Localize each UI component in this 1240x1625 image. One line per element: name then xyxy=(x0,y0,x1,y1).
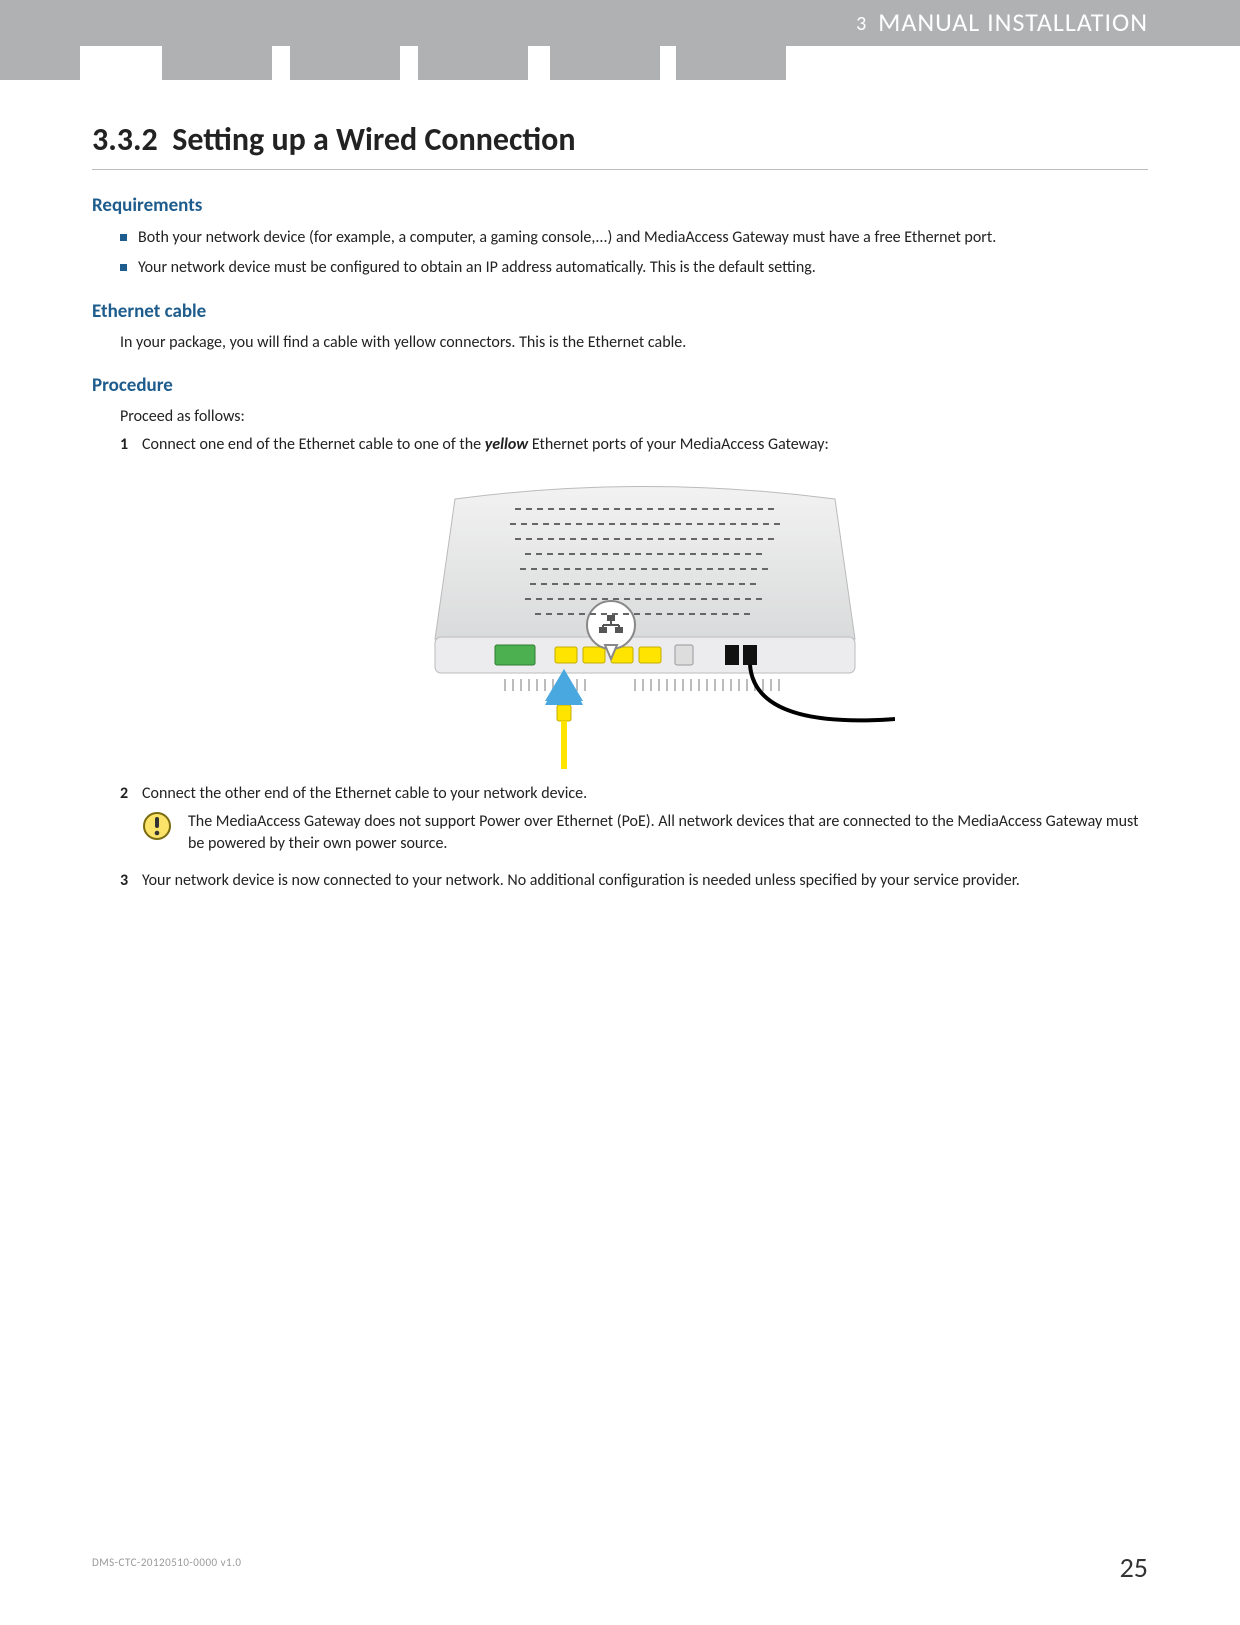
header-bar: 3 MANUAL INSTALLATION xyxy=(0,0,1240,46)
gateway-illustration xyxy=(395,469,895,769)
step-text-c: Ethernet ports of your MediaAccess Gatew… xyxy=(528,435,829,454)
requirement-text: Both your network device (for example, a… xyxy=(138,228,996,247)
ethernet-cable-heading: Ethernet cable xyxy=(92,300,1148,323)
procedure-intro: Proceed as follows: xyxy=(120,407,1148,426)
procedure-step-2: 2 Connect the other end of the Ethernet … xyxy=(120,783,1148,856)
step-number: 2 xyxy=(120,783,128,805)
header-tab xyxy=(162,46,272,80)
gateway-figure xyxy=(142,469,1148,769)
requirement-text: Your network device must be configured t… xyxy=(138,258,816,277)
footer-doc-id: DMS-CTC-20120510-0000 v1.0 xyxy=(92,1556,242,1569)
procedure-step-1: 1 Connect one end of the Ethernet cable … xyxy=(120,434,1148,768)
header-tab xyxy=(290,46,400,80)
note-text: The MediaAccess Gateway does not support… xyxy=(188,811,1148,856)
header-tab xyxy=(676,46,786,80)
section-title: 3.3.2 Setting up a Wired Connection xyxy=(92,120,1148,170)
step-text-a: Connect one end of the Ethernet cable to… xyxy=(142,435,485,454)
header-tab xyxy=(418,46,528,80)
chapter-label: 3 MANUAL INSTALLATION xyxy=(856,6,1148,38)
procedure-list: 1 Connect one end of the Ethernet cable … xyxy=(120,434,1148,892)
step-text: Connect the other end of the Ethernet ca… xyxy=(142,784,587,803)
requirements-heading: Requirements xyxy=(92,194,1148,217)
chapter-number: 3 xyxy=(856,12,867,36)
list-item: Your network device must be configured t… xyxy=(120,257,1148,279)
step-number: 3 xyxy=(120,870,128,892)
list-item: Both your network device (for example, a… xyxy=(120,227,1148,249)
procedure-heading: Procedure xyxy=(92,374,1148,397)
step-number: 1 xyxy=(120,434,128,456)
ethernet-cable-text: In your package, you will find a cable w… xyxy=(120,333,1148,352)
page-number: 25 xyxy=(1120,1550,1148,1585)
page-content: 3.3.2 Setting up a Wired Connection Requ… xyxy=(0,80,1240,892)
procedure-step-3: 3 Your network device is now connected t… xyxy=(120,870,1148,892)
section-number: 3.3.2 xyxy=(92,120,158,159)
step-text: Your network device is now connected to … xyxy=(142,871,1020,890)
header-tab-row xyxy=(0,46,1240,80)
note-block: The MediaAccess Gateway does not support… xyxy=(142,811,1148,856)
chapter-title: MANUAL INSTALLATION xyxy=(878,6,1148,38)
step-text-bolditalic: yellow xyxy=(485,435,529,454)
header-tab xyxy=(550,46,660,80)
warning-icon xyxy=(142,811,172,841)
section-heading: Setting up a Wired Connection xyxy=(172,120,575,159)
header-tab xyxy=(0,46,80,80)
requirements-list: Both your network device (for example, a… xyxy=(120,227,1148,278)
